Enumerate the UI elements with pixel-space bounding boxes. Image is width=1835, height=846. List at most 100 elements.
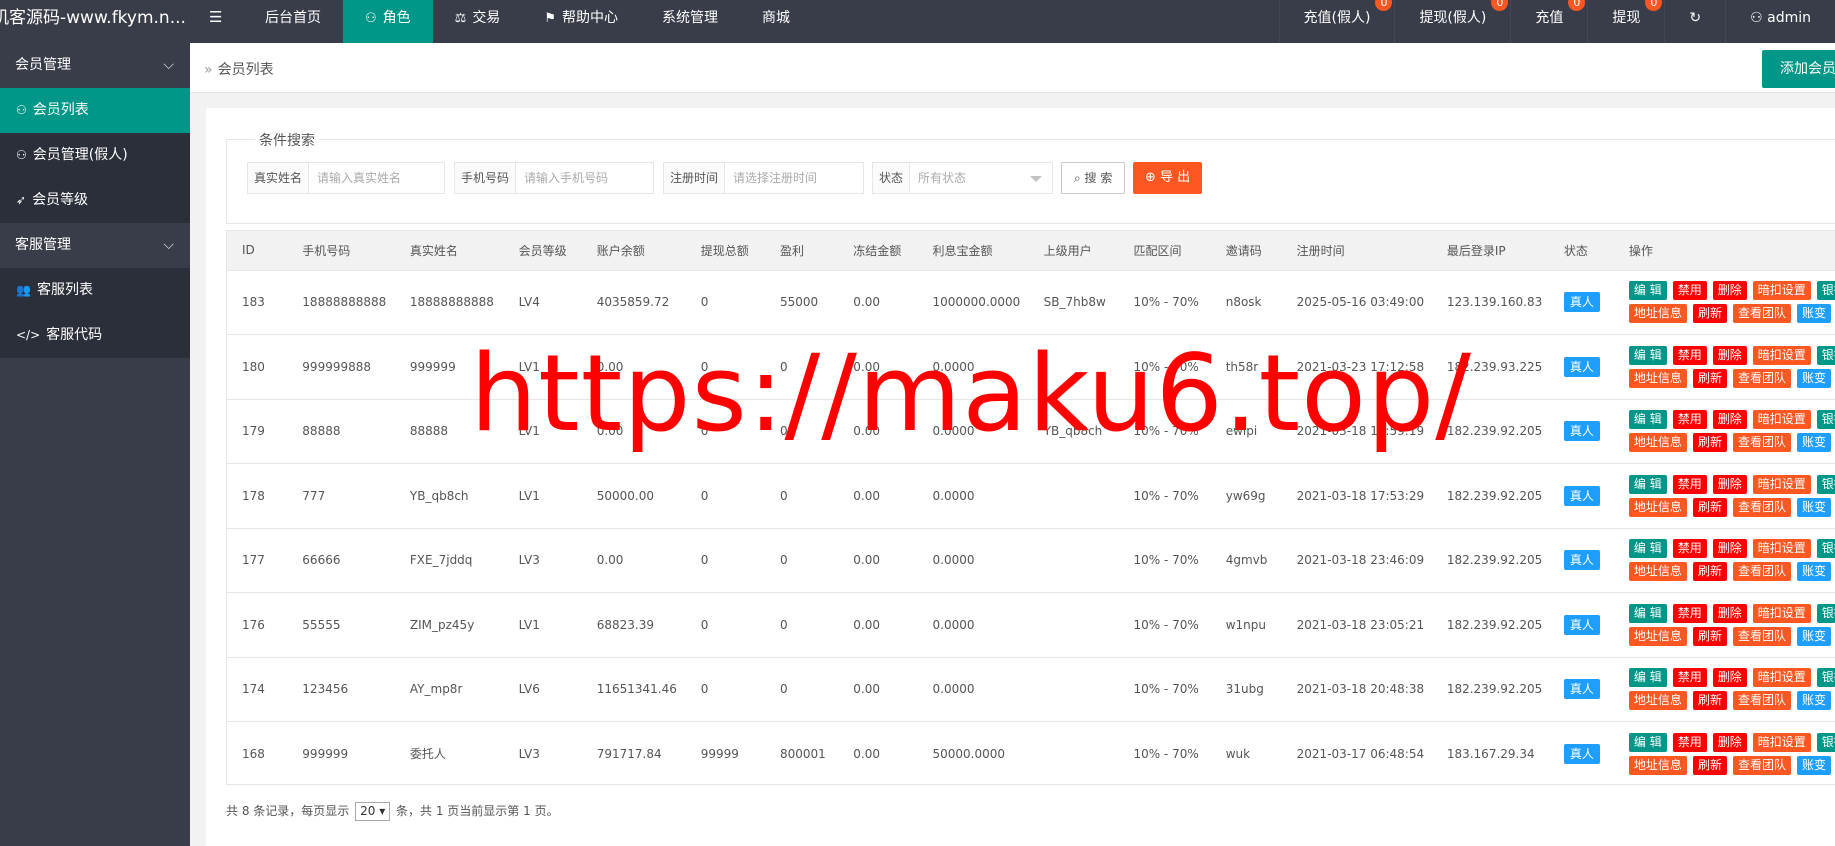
action-button[interactable]: 查看团队	[1732, 368, 1791, 388]
action-button[interactable]: 地址信息	[1628, 368, 1687, 388]
top-nav-item[interactable]: 系统管理	[640, 0, 740, 43]
per-page-select[interactable]: 20 ▾	[355, 802, 391, 821]
top-nav-item[interactable]: ⚖ 交易	[433, 0, 523, 43]
top-right-item[interactable]: ↻	[1664, 0, 1725, 43]
action-button[interactable]: 编 辑	[1628, 539, 1667, 559]
action-button[interactable]: 查看团队	[1732, 497, 1791, 517]
phone-input[interactable]: 请输入手机号码	[516, 163, 653, 193]
action-button[interactable]: 禁用	[1672, 474, 1707, 494]
sidebar-item[interactable]: 👥 客服列表	[0, 268, 190, 313]
action-button[interactable]: 地址信息	[1628, 497, 1687, 517]
action-button[interactable]: 刷新	[1692, 626, 1727, 646]
sidebar-item[interactable]: </> 客服代码	[0, 313, 190, 358]
action-button[interactable]: 地址信息	[1628, 304, 1687, 324]
action-button[interactable]: 刷新	[1692, 562, 1727, 582]
action-button[interactable]: 禁用	[1672, 732, 1707, 752]
action-button[interactable]: 查看团队	[1732, 691, 1791, 711]
action-button[interactable]: 刷新	[1692, 755, 1727, 775]
name-input[interactable]: 请输入真实姓名	[309, 163, 444, 193]
action-button[interactable]: 地址信息	[1628, 626, 1687, 646]
action-button[interactable]: 账变	[1796, 626, 1831, 646]
action-button[interactable]: 删除	[1712, 539, 1747, 559]
action-button[interactable]: 暗扣设置	[1752, 281, 1811, 301]
action-button[interactable]: 银行	[1816, 474, 1835, 494]
action-button[interactable]: 禁用	[1672, 539, 1707, 559]
action-button[interactable]: 禁用	[1672, 345, 1707, 365]
action-button[interactable]: 编 辑	[1628, 345, 1667, 365]
action-button[interactable]: 暗扣设置	[1752, 668, 1811, 688]
action-button[interactable]: 刷新	[1692, 497, 1727, 517]
action-button[interactable]: 暗扣设置	[1752, 732, 1811, 752]
export-button[interactable]: ⊕ 导 出	[1133, 162, 1203, 194]
action-button[interactable]: 账变	[1796, 562, 1831, 582]
action-button[interactable]: 查看团队	[1732, 433, 1791, 453]
action-button[interactable]: 地址信息	[1628, 433, 1687, 453]
action-button[interactable]: 地址信息	[1628, 755, 1687, 775]
action-button[interactable]: 查看团队	[1732, 626, 1791, 646]
action-button[interactable]: 银行	[1816, 603, 1835, 623]
action-button[interactable]: 地址信息	[1628, 691, 1687, 711]
action-button[interactable]: 查看团队	[1732, 755, 1791, 775]
action-button[interactable]: 刷新	[1692, 691, 1727, 711]
action-button[interactable]: 暗扣设置	[1752, 410, 1811, 430]
top-right-item[interactable]: 提现 0	[1587, 0, 1664, 43]
action-button[interactable]: 银行	[1816, 345, 1835, 365]
sidebar-item[interactable]: ⚇ 会员列表	[0, 88, 190, 133]
action-button[interactable]: 编 辑	[1628, 668, 1667, 688]
action-button[interactable]: 编 辑	[1628, 281, 1667, 301]
top-right-item[interactable]: 充值(假人) 0	[1278, 0, 1395, 43]
action-button[interactable]: 暗扣设置	[1752, 345, 1811, 365]
top-nav-item[interactable]: 后台首页	[243, 0, 343, 43]
action-button[interactable]: 删除	[1712, 668, 1747, 688]
action-button[interactable]: 银行	[1816, 410, 1835, 430]
action-button[interactable]: 删除	[1712, 603, 1747, 623]
action-button[interactable]: 账变	[1796, 304, 1831, 324]
action-button[interactable]: 编 辑	[1628, 732, 1667, 752]
action-button[interactable]: 地址信息	[1628, 562, 1687, 582]
sidebar-item[interactable]: ⚇ 会员管理(假人)	[0, 133, 190, 178]
action-button[interactable]: 账变	[1796, 433, 1831, 453]
action-button[interactable]: 暗扣设置	[1752, 603, 1811, 623]
action-button[interactable]: 账变	[1796, 497, 1831, 517]
add-member-button[interactable]: 添加会员	[1762, 50, 1835, 88]
top-nav-item[interactable]: 商城	[740, 0, 812, 43]
action-button[interactable]: 禁用	[1672, 281, 1707, 301]
sidebar-item[interactable]: ➶ 会员等级	[0, 178, 190, 223]
action-button[interactable]: 删除	[1712, 345, 1747, 365]
action-button[interactable]: 编 辑	[1628, 410, 1667, 430]
action-button[interactable]: 禁用	[1672, 668, 1707, 688]
action-button[interactable]: 暗扣设置	[1752, 539, 1811, 559]
top-right-item[interactable]: 提现(假人) 0	[1394, 0, 1510, 43]
menu-toggle-icon[interactable]: ☰	[209, 9, 225, 25]
sidebar-group[interactable]: 会员管理 ⌵	[0, 43, 190, 88]
action-button[interactable]: 禁用	[1672, 410, 1707, 430]
action-button[interactable]: 刷新	[1692, 368, 1727, 388]
action-button[interactable]: 删除	[1712, 732, 1747, 752]
action-button[interactable]: 查看团队	[1732, 562, 1791, 582]
action-button[interactable]: 账变	[1796, 755, 1831, 775]
top-nav-item[interactable]: ⚇ 角色	[343, 0, 433, 43]
top-right-item[interactable]: 充值 0	[1510, 0, 1587, 43]
action-button[interactable]: 删除	[1712, 474, 1747, 494]
action-button[interactable]: 银行	[1816, 668, 1835, 688]
action-button[interactable]: 银行	[1816, 539, 1835, 559]
action-row: 编 辑禁用删除暗扣设置银行	[1628, 732, 1835, 752]
action-button[interactable]: 删除	[1712, 410, 1747, 430]
top-nav-item[interactable]: ⚑ 帮助中心	[522, 0, 640, 43]
action-button[interactable]: 编 辑	[1628, 603, 1667, 623]
action-button[interactable]: 刷新	[1692, 433, 1727, 453]
action-button[interactable]: 刷新	[1692, 304, 1727, 324]
time-input[interactable]: 请选择注册时间	[725, 163, 863, 193]
action-button[interactable]: 银行	[1816, 732, 1835, 752]
sidebar-group[interactable]: 客服管理 ⌵	[0, 223, 190, 268]
action-button[interactable]: 删除	[1712, 281, 1747, 301]
search-button[interactable]: ⌕ 搜 索	[1061, 162, 1126, 194]
action-button[interactable]: 银行	[1816, 281, 1835, 301]
action-button[interactable]: 禁用	[1672, 603, 1707, 623]
action-button[interactable]: 暗扣设置	[1752, 474, 1811, 494]
action-button[interactable]: 编 辑	[1628, 474, 1667, 494]
action-button[interactable]: 查看团队	[1732, 304, 1791, 324]
action-button[interactable]: 账变	[1796, 691, 1831, 711]
top-right-item[interactable]: ⚇ admin	[1725, 0, 1835, 43]
action-button[interactable]: 账变	[1796, 368, 1831, 388]
